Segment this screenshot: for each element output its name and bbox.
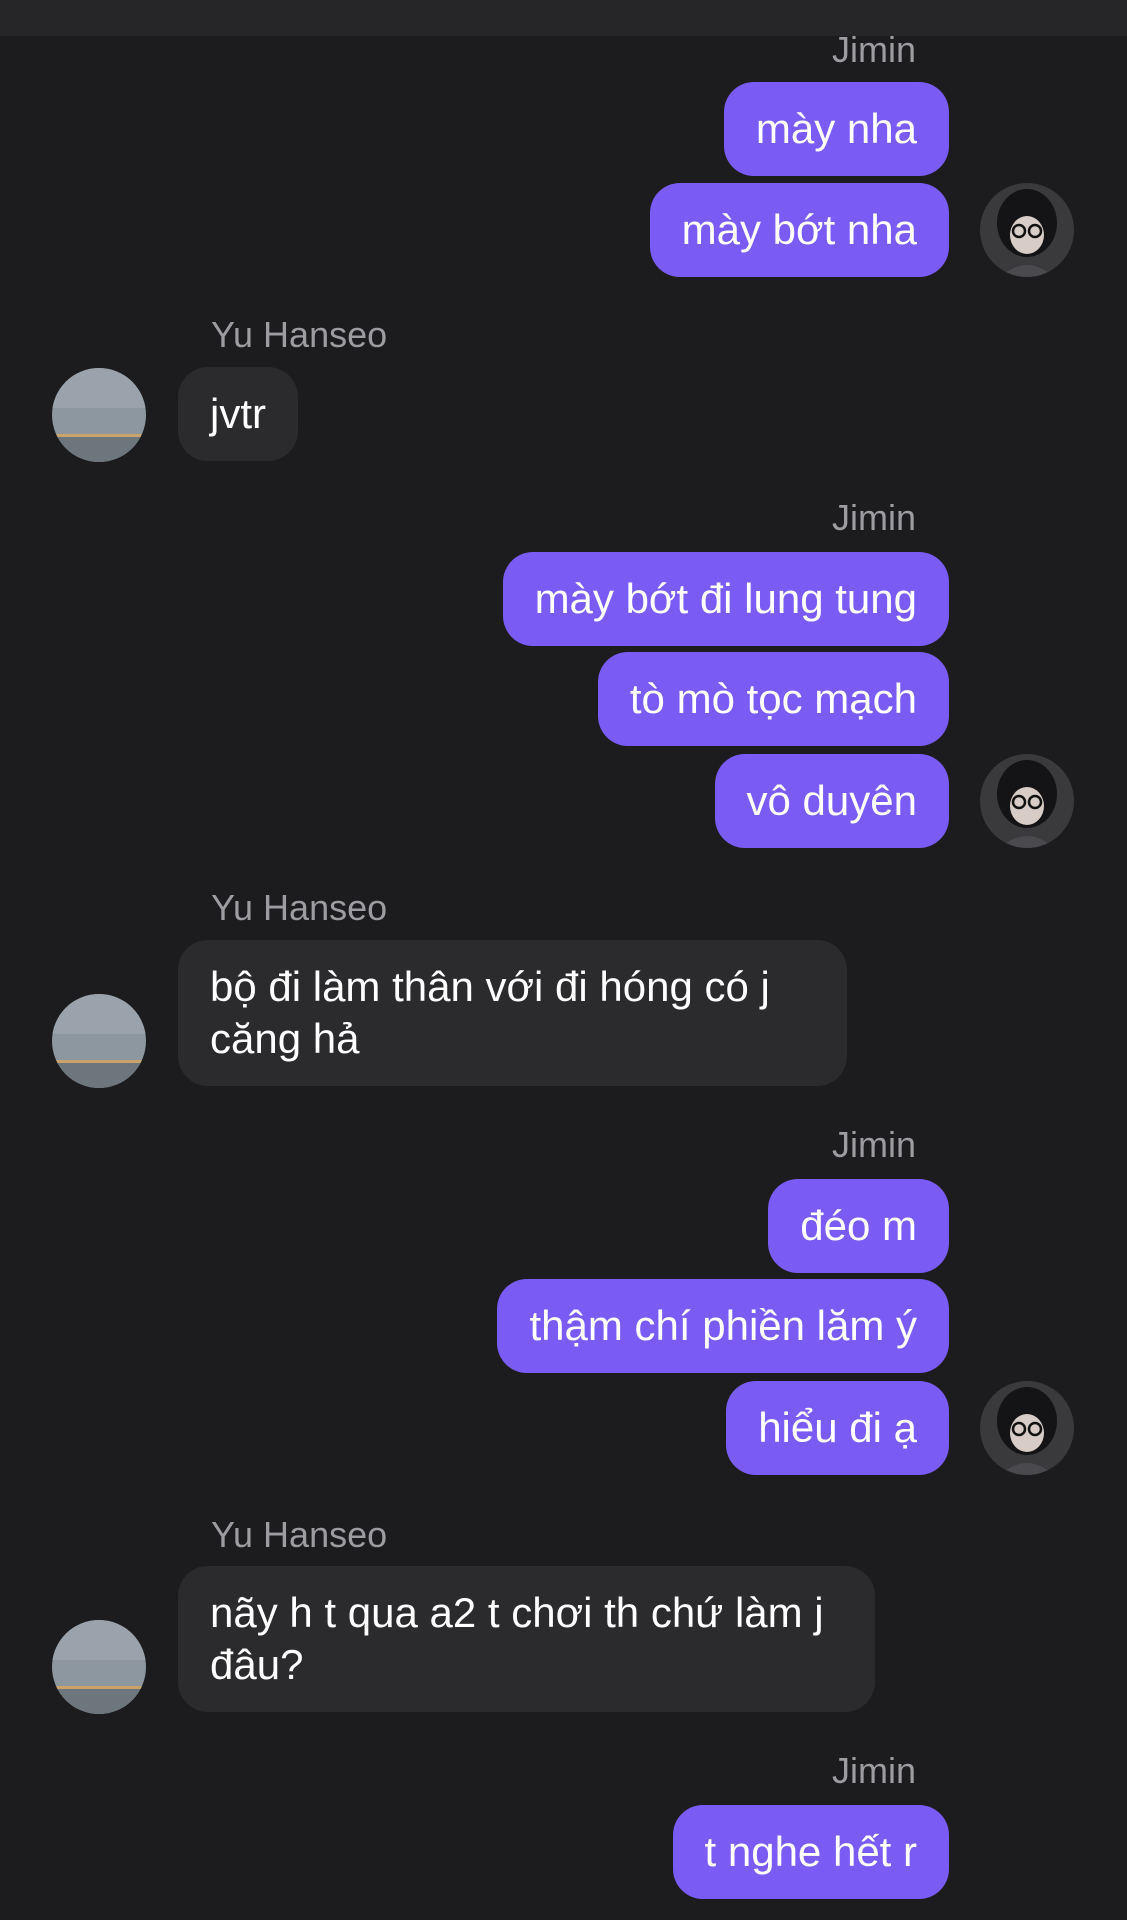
message-bubble-outgoing[interactable]: tò mò tọc mạch [597, 652, 949, 746]
message-bubble-outgoing[interactable]: hiểu đi ạ [726, 1381, 949, 1475]
message-bubble-outgoing[interactable]: mày bớt nha [649, 183, 949, 277]
message-bubble-outgoing[interactable]: mày nha [723, 82, 949, 176]
message-bubble-incoming[interactable]: nãy h t qua a2 t chơi th chứ làm j đâu? [178, 1566, 875, 1712]
sky-photo-avatar[interactable] [52, 1620, 146, 1714]
sender-name: Jimin [831, 29, 916, 70]
sender-name: Yu Hanseo [211, 887, 388, 928]
sender-name: Yu Hanseo [211, 1514, 388, 1555]
message-bubble-outgoing[interactable]: t nghe hết r [672, 1805, 949, 1899]
sky-photo-avatar[interactable] [52, 368, 146, 462]
message-list[interactable]: Jimin mày nha mày bớt nha Yu Hanseo jvtr… [0, 0, 1127, 1920]
user-photo-avatar[interactable] [980, 183, 1074, 277]
message-bubble-incoming[interactable]: jvtr [178, 367, 298, 461]
sender-name: Yu Hanseo [211, 314, 388, 355]
sender-name: Jimin [831, 1750, 916, 1791]
sky-photo-avatar[interactable] [52, 994, 146, 1088]
message-bubble-outgoing[interactable]: mày bớt đi lung tung [502, 552, 949, 646]
user-photo-avatar[interactable] [980, 754, 1074, 848]
message-bubble-incoming[interactable]: bộ đi làm thân với đi hóng có j căng hả [178, 940, 847, 1086]
message-bubble-outgoing[interactable]: vô duyên [714, 754, 949, 848]
sender-name: Jimin [831, 497, 916, 538]
user-photo-avatar[interactable] [980, 1381, 1074, 1475]
sender-name: Jimin [831, 1124, 916, 1165]
message-bubble-outgoing[interactable]: đéo m [768, 1179, 949, 1273]
message-bubble-outgoing[interactable]: thậm chí phiền lăm ý [497, 1279, 949, 1373]
